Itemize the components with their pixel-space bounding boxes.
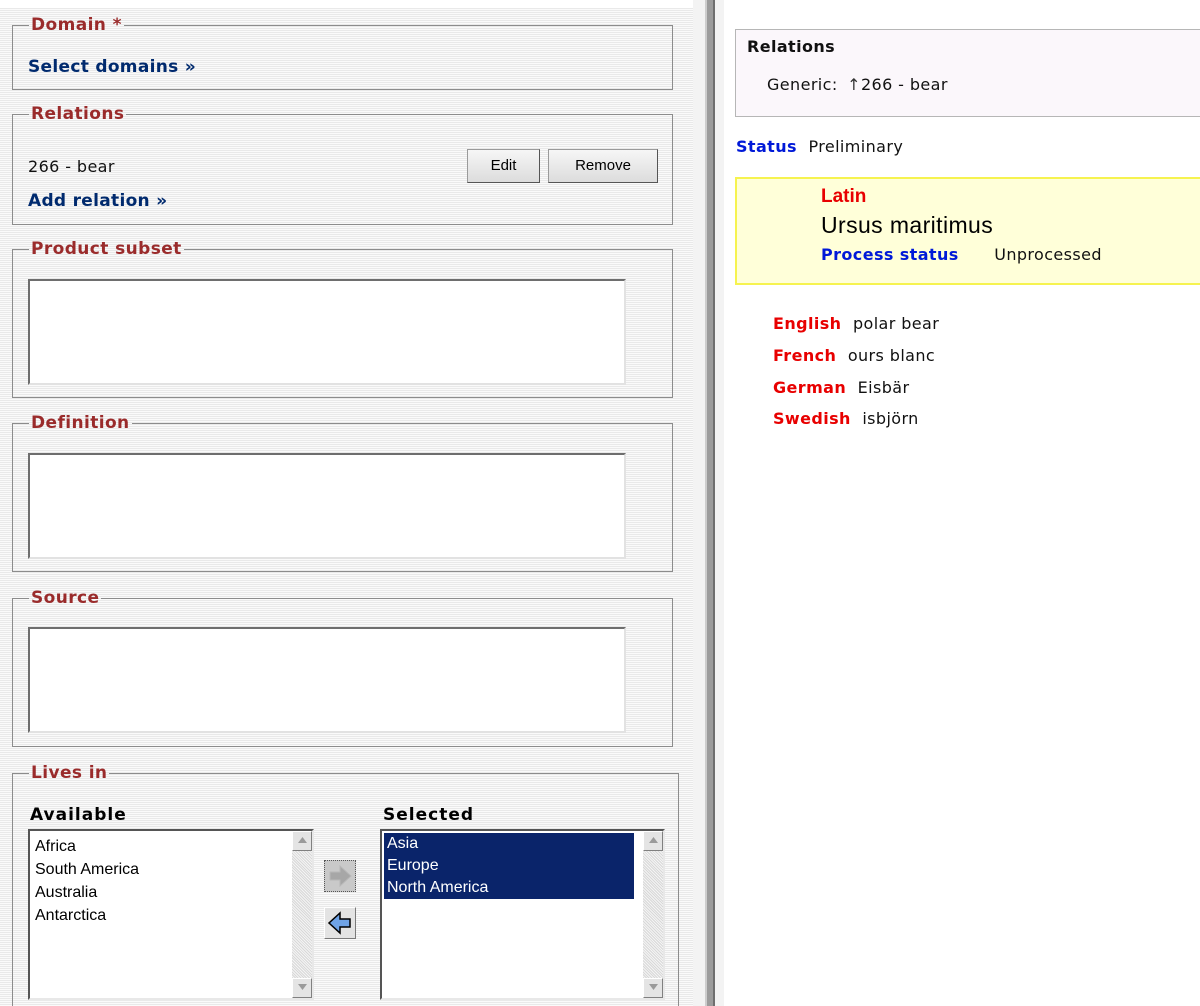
generic-relation-link[interactable]: 266 - bear [861, 75, 948, 94]
add-relation-link[interactable]: Add relation » [28, 191, 167, 211]
status-label: Status [736, 137, 797, 156]
translation-row-swedish: Swedish isbjörn [773, 409, 919, 428]
scroll-up-icon[interactable] [643, 831, 663, 851]
splitter-shadow [713, 0, 715, 1006]
source-legend: Source [31, 588, 100, 608]
latin-language-label: Latin [821, 186, 867, 207]
product-subset-legend: Product subset [31, 239, 182, 259]
generic-relation: Generic: ↑266 - bear [767, 75, 948, 94]
domain-fieldset: Domain * [12, 17, 673, 90]
scroll-down-icon[interactable] [292, 978, 312, 998]
edit-form-pane: Domain * Select domains » Relations 266 … [0, 0, 693, 1006]
status-value: Preliminary [808, 137, 904, 156]
generic-label: Generic: [767, 75, 838, 94]
select-domains-link[interactable]: Select domains » [28, 57, 196, 77]
up-arrow-icon: ↑ [847, 75, 861, 94]
move-left-arrow-icon[interactable] [324, 907, 356, 939]
status-row: Status Preliminary [736, 137, 903, 156]
selected-label: Selected [383, 805, 475, 825]
translation-row-german: German Eisbär [773, 378, 909, 397]
scroll-up-icon[interactable] [292, 831, 312, 851]
relation-item-label: 266 - bear [28, 157, 115, 176]
term-preview-pane: Relations Generic: ↑266 - bear Status Pr… [724, 0, 1200, 1006]
move-right-arrow-icon[interactable] [324, 860, 356, 892]
lives-in-legend: Lives in [31, 763, 108, 783]
selected-option-asia[interactable]: Asia [384, 833, 634, 855]
available-option-australia[interactable]: Australia [32, 882, 97, 904]
relations-summary-title: Relations [747, 37, 836, 56]
german-label: German [773, 378, 847, 397]
selected-scrollbar[interactable] [643, 831, 663, 998]
german-term: Eisbär [857, 378, 910, 397]
source-textarea[interactable] [28, 627, 626, 733]
top-strip [0, 0, 693, 8]
swedish-label: Swedish [773, 409, 851, 428]
latin-term-box: Latin Ursus maritimus Process status Unp… [735, 177, 1200, 285]
available-option-africa[interactable]: Africa [32, 836, 76, 858]
definition-legend: Definition [31, 413, 130, 433]
definition-textarea[interactable] [28, 453, 626, 559]
relations-summary-box: Relations Generic: ↑266 - bear [735, 29, 1200, 117]
available-scrollbar[interactable] [292, 831, 312, 998]
translation-row-english: English polar bear [773, 314, 939, 333]
product-subset-textarea[interactable] [28, 279, 626, 385]
domain-legend: Domain * [31, 15, 122, 35]
translation-row-french: French ours blanc [773, 346, 935, 365]
english-label: English [773, 314, 842, 333]
remove-relation-button[interactable]: Remove [548, 149, 658, 183]
available-label: Available [30, 805, 127, 825]
available-option-antarctica[interactable]: Antarctica [32, 905, 106, 927]
french-term: ours blanc [847, 346, 936, 365]
available-listbox[interactable]: Africa South America Australia Antarctic… [28, 829, 314, 1000]
scroll-down-icon[interactable] [643, 978, 663, 998]
process-status-row: Process status Unprocessed [821, 245, 1102, 264]
available-option-south-america[interactable]: South America [32, 859, 139, 881]
selected-option-north-america[interactable]: North America [384, 877, 634, 899]
english-term: polar bear [852, 314, 940, 333]
relations-legend: Relations [31, 104, 125, 124]
selected-listbox[interactable]: Asia Europe North America [380, 829, 665, 1000]
latin-term: Ursus maritimus [821, 212, 994, 238]
process-status-label: Process status [821, 245, 959, 264]
edit-relation-button[interactable]: Edit [467, 149, 540, 183]
swedish-term: isbjörn [862, 409, 919, 428]
pane-splitter[interactable] [693, 0, 724, 1006]
selected-option-europe[interactable]: Europe [384, 855, 634, 877]
process-status-value: Unprocessed [994, 245, 1102, 264]
french-label: French [773, 346, 837, 365]
